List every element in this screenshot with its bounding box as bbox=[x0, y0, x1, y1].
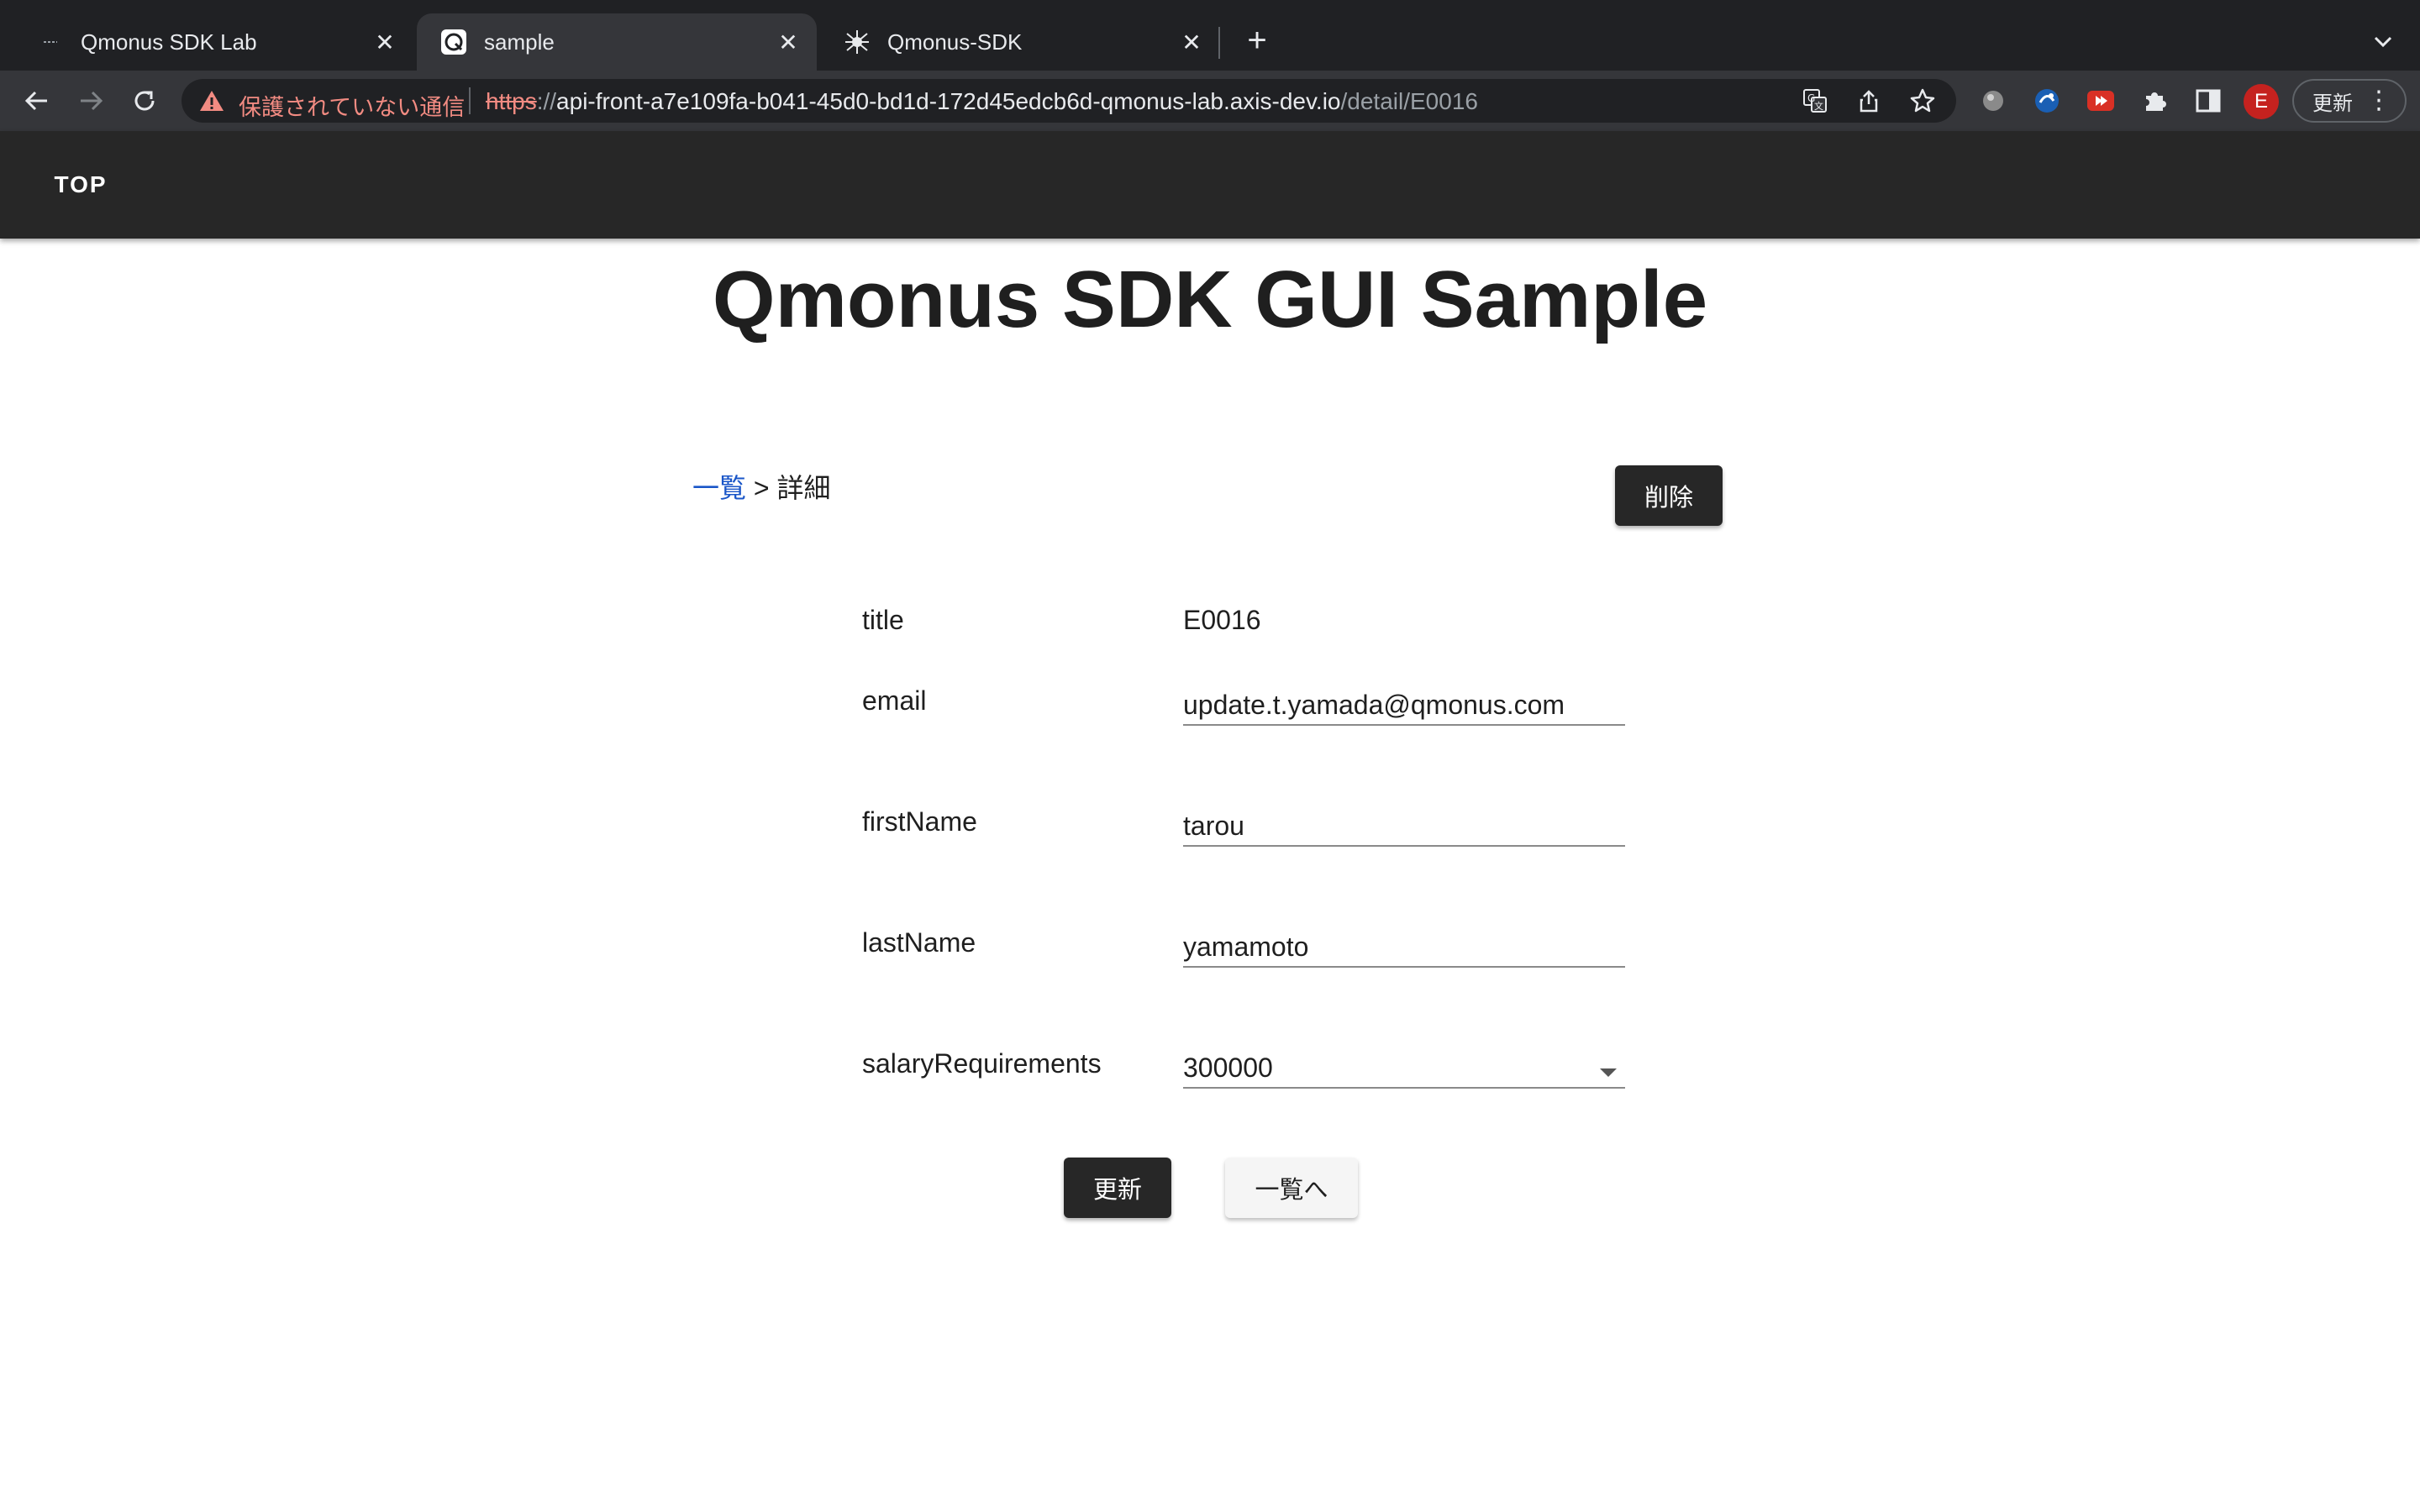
email-input[interactable] bbox=[1183, 690, 1625, 721]
profile-avatar[interactable]: E bbox=[2244, 84, 2279, 119]
title-value: E0016 bbox=[1183, 605, 1261, 635]
spider-favicon-icon bbox=[844, 29, 871, 55]
lastname-label: lastName bbox=[862, 927, 976, 958]
breadcrumb-list-link[interactable]: 一覧 bbox=[692, 473, 746, 503]
dropdown-arrow-icon[interactable] bbox=[1600, 1068, 1617, 1077]
url-text[interactable]: https://api-front-a7e109fa-b041-45d0-bd1… bbox=[486, 88, 1478, 115]
reload-icon[interactable] bbox=[126, 82, 163, 119]
tab-label: Qmonus-SDK bbox=[887, 29, 1023, 55]
salary-label: salaryRequirements bbox=[862, 1048, 1102, 1079]
back-to-list-button[interactable]: 一覧へ bbox=[1225, 1158, 1358, 1218]
delete-button[interactable]: 削除 bbox=[1615, 465, 1723, 526]
forward-arrow-icon[interactable] bbox=[72, 82, 109, 119]
salary-select[interactable]: 300000 bbox=[1183, 1047, 1625, 1089]
browser-tabstrip: Qmonus SDK Lab ✕ sample ✕ Qmonus-SDK ✕ + bbox=[0, 0, 2420, 71]
bookmark-star-icon[interactable] bbox=[1907, 86, 1938, 116]
breadcrumb-current: 詳細 bbox=[776, 473, 831, 503]
extension-blue-swirl-icon[interactable] bbox=[2030, 84, 2064, 118]
address-bar[interactable]: 保護されていない通信 https://api-front-a7e109fa-b0… bbox=[182, 79, 1956, 123]
new-tab-button[interactable]: + bbox=[1239, 22, 1276, 59]
app-bar: TOP bbox=[0, 131, 2420, 239]
browser-update-button[interactable]: 更新 ⋮ bbox=[2292, 79, 2407, 123]
firstname-field[interactable] bbox=[1183, 805, 1625, 847]
lastname-field[interactable] bbox=[1183, 926, 1625, 968]
extension-globe-icon[interactable] bbox=[1976, 84, 2010, 118]
close-tab-icon[interactable]: ✕ bbox=[371, 29, 398, 55]
breadcrumb-separator: > bbox=[746, 473, 777, 503]
more-vert-icon[interactable]: ⋮ bbox=[2366, 86, 2391, 116]
top-nav-button[interactable]: TOP bbox=[34, 155, 128, 215]
firstname-label: firstName bbox=[862, 806, 977, 837]
security-status-text: 保護されていない通信 bbox=[239, 95, 466, 120]
share-icon[interactable] bbox=[1854, 86, 1884, 116]
tab-qmonus-sdk[interactable]: Qmonus-SDK ✕ bbox=[820, 13, 1220, 71]
url-host: api-front-a7e109fa-b041-45d0-bd1d-172d45… bbox=[556, 88, 1341, 114]
page-title: Qmonus SDK GUI Sample bbox=[712, 255, 1708, 344]
tab-label: sample bbox=[484, 29, 555, 55]
email-label: email bbox=[862, 685, 927, 716]
dash-favicon-icon bbox=[37, 29, 64, 55]
side-panel-icon[interactable] bbox=[2191, 84, 2225, 118]
url-path: /detail/E0016 bbox=[1340, 88, 1478, 114]
email-field[interactable] bbox=[1183, 684, 1625, 726]
tab-label: Qmonus SDK Lab bbox=[81, 29, 257, 55]
tab-search-chevron-icon[interactable] bbox=[2366, 25, 2400, 59]
update-button[interactable]: 更新 bbox=[1064, 1158, 1171, 1218]
breadcrumb: 一覧 > 詳細 bbox=[692, 467, 831, 506]
browser-update-label: 更新 bbox=[2312, 92, 2353, 115]
firstname-input[interactable] bbox=[1183, 811, 1625, 842]
address-divider bbox=[469, 87, 471, 114]
extension-red-video-icon[interactable] bbox=[2084, 84, 2118, 118]
url-scheme-separator: :// bbox=[536, 88, 557, 114]
browser-toolbar: 保護されていない通信 https://api-front-a7e109fa-b0… bbox=[0, 71, 2420, 131]
qmonus-favicon-icon bbox=[440, 29, 467, 55]
lastname-input[interactable] bbox=[1183, 932, 1625, 963]
close-tab-icon[interactable]: ✕ bbox=[775, 29, 802, 55]
tab-divider bbox=[1218, 27, 1220, 59]
close-tab-icon[interactable]: ✕ bbox=[1178, 29, 1205, 55]
warning-icon[interactable] bbox=[198, 87, 225, 114]
svg-text:文: 文 bbox=[1814, 100, 1823, 112]
url-scheme: https bbox=[486, 88, 537, 114]
tab-sample[interactable]: sample ✕ bbox=[417, 13, 817, 71]
salary-selected-value: 300000 bbox=[1183, 1053, 1273, 1083]
title-label: title bbox=[862, 605, 904, 635]
extensions-puzzle-icon[interactable] bbox=[2138, 84, 2171, 118]
translate-icon[interactable]: G文 bbox=[1800, 86, 1830, 116]
tab-qmonus-sdk-lab[interactable]: Qmonus SDK Lab ✕ bbox=[13, 13, 413, 71]
back-arrow-icon[interactable] bbox=[18, 82, 55, 119]
